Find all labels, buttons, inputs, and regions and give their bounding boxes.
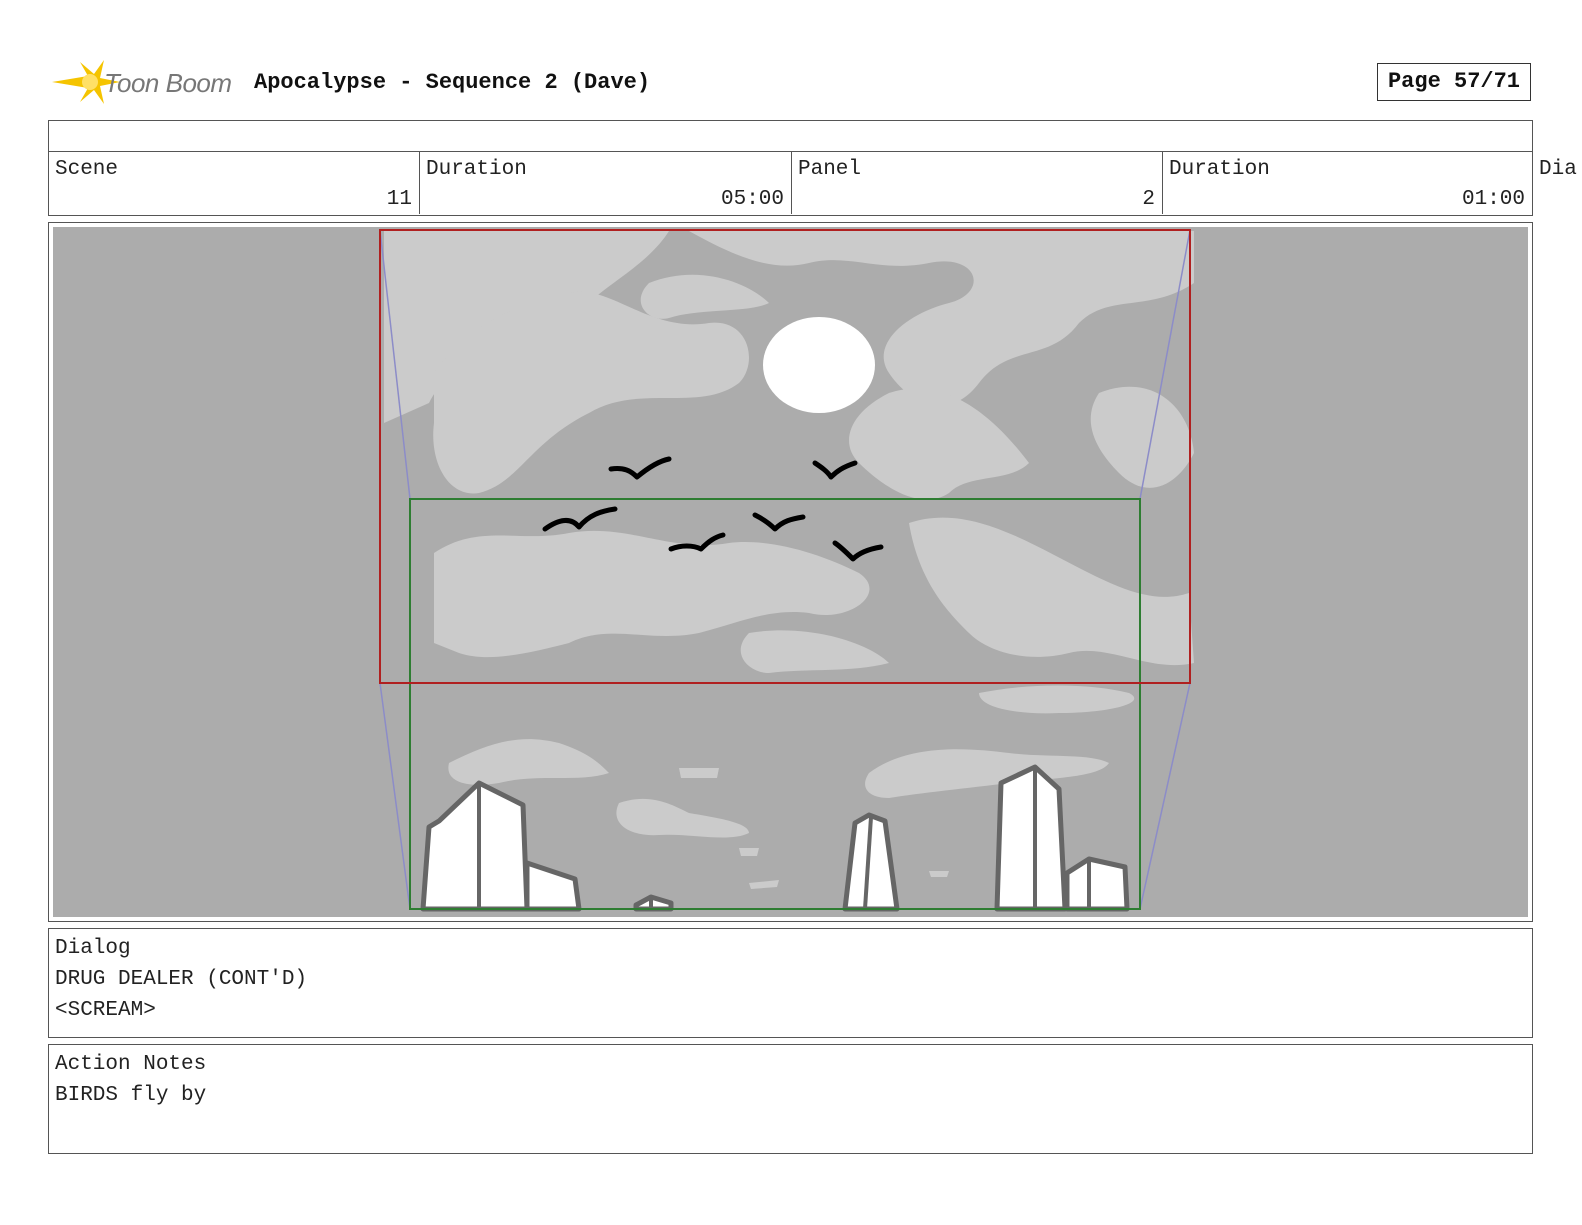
action-notes-label: Action Notes [55,1053,207,1076]
panel-duration-cell: Duration 01:00 [1163,152,1532,214]
logo-text: Toon Boom [104,68,232,98]
dialog-box: Dialog DRUG DEALER (CONT'D) <SCREAM> [48,928,1533,1038]
dialog-character: DRUG DEALER (CONT'D) [55,968,308,991]
scene-value: 11 [386,188,412,211]
scene-duration-label: Duration [426,158,527,181]
page-indicator: Page 57/71 [1377,63,1531,101]
action-notes-text: BIRDS fly by [55,1084,207,1107]
scene-cell: Scene 11 [49,152,420,214]
dialog-label: Dialog [55,937,131,960]
panel-cell: Panel 2 [792,152,1163,214]
panel-value: 2 [1142,188,1155,211]
dialog-line: <SCREAM> [55,999,156,1022]
document-title: Apocalypse - Sequence 2 (Dave) [254,70,651,95]
panel-info-row: Scene 11 Duration 05:00 Panel 2 Duration… [48,152,1533,216]
header-blank-row [48,120,1533,152]
sun [763,317,875,413]
scene-duration-cell: Duration 05:00 [420,152,792,214]
storyboard-drawing [53,227,1528,917]
panel-duration-label: Duration [1169,158,1270,181]
scene-duration-value: 05:00 [720,188,784,211]
storyboard-panel [48,222,1533,922]
panel-label: Panel [798,158,862,181]
action-notes-box: Action Notes BIRDS fly by [48,1044,1533,1154]
dialog-column-label-truncated: Dia [1539,158,1577,181]
panel-duration-value: 01:00 [1461,188,1525,211]
scene-label: Scene [55,158,119,181]
